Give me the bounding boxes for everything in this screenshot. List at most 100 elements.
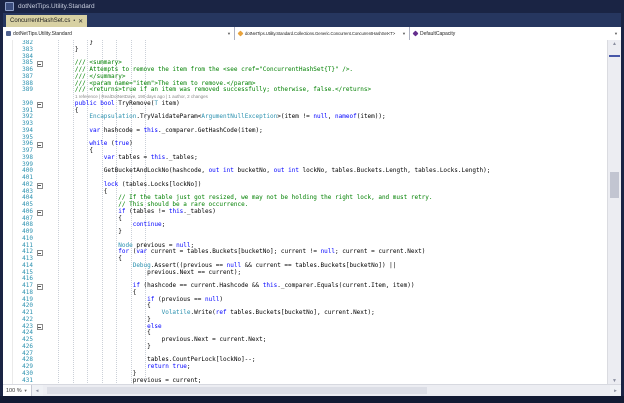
type-dropdown-value: dotNetTips.Utility.Standard.Collections.… (245, 31, 395, 36)
horizontal-scroll-thumb[interactable] (47, 387, 427, 394)
fold-margin (35, 351, 46, 358)
fold-margin (35, 290, 46, 297)
fold-margin (35, 297, 46, 304)
scroll-right-icon[interactable]: ► (610, 385, 621, 396)
title-bar: dotNetTips.Utility.Standard (0, 0, 624, 13)
csharp-project-icon (6, 31, 11, 36)
collapse-icon[interactable] (35, 141, 46, 148)
fold-margin (35, 175, 46, 182)
code-row[interactable]: 382 } (13, 40, 607, 47)
code-text: } (46, 344, 151, 351)
member-icon (412, 30, 418, 36)
chevron-down-icon: ▼ (227, 31, 231, 36)
horizontal-scroll-track[interactable] (43, 385, 610, 396)
fold-margin (35, 47, 46, 54)
code-text: /// <returns>true if an item was removed… (46, 87, 371, 94)
code-text: previous.Next == current); (46, 270, 241, 277)
fold-margin (35, 236, 46, 243)
fold-margin (35, 155, 46, 162)
fold-margin (35, 168, 46, 175)
code-row[interactable]: 426 } (13, 344, 607, 351)
window-bottom-border (0, 396, 624, 403)
window-title: dotNetTips.Utility.Standard (18, 3, 95, 10)
fold-margin (35, 162, 46, 169)
collapse-icon[interactable] (35, 283, 46, 290)
fold-margin (35, 94, 46, 101)
class-icon (237, 30, 243, 36)
tab-modified-dot-icon: • (73, 18, 75, 24)
fold-margin (35, 243, 46, 250)
member-dropdown[interactable]: DefaultCapacity ▼ (410, 27, 621, 40)
fold-margin (35, 128, 46, 135)
fold-margin (35, 81, 46, 88)
collapse-icon[interactable] (35, 249, 46, 256)
code-text: var hashcode = this._comparer.GetHashCod… (46, 128, 263, 135)
fold-margin (35, 222, 46, 229)
type-dropdown[interactable]: dotNetTips.Utility.Standard.Collections.… (235, 27, 410, 40)
fold-margin (35, 74, 46, 81)
fold-margin (35, 303, 46, 310)
fold-margin (35, 310, 46, 317)
app-icon (5, 2, 14, 11)
code-text: } (46, 229, 122, 236)
fold-margin (35, 270, 46, 277)
collapse-icon[interactable] (35, 60, 46, 67)
code-row[interactable]: 409 } (13, 229, 607, 236)
fold-margin (35, 54, 46, 61)
fold-margin (35, 344, 46, 351)
code-text: GetBucketAndLockNo(hashcode, out int buc… (46, 168, 490, 175)
project-dropdown[interactable]: dotNetTips.Utility.Standard ▼ (3, 27, 235, 40)
code-row[interactable]: 383 } (13, 47, 607, 54)
chevron-down-icon: ▼ (614, 31, 618, 36)
fold-margin (35, 276, 46, 283)
tab-concurrenthashset[interactable]: ConcurrentHashSet.cs • ✕ (6, 15, 87, 27)
breakpoint-margin[interactable] (3, 40, 13, 385)
fold-margin (35, 317, 46, 324)
fold-margin (35, 364, 46, 371)
code-row[interactable]: 398 var tables = this._tables; (13, 155, 607, 162)
collapse-icon[interactable] (35, 324, 46, 331)
fold-margin (35, 202, 46, 209)
fold-margin (35, 216, 46, 223)
code-row[interactable]: 392 Encapsulation.TryValidateParam<Argum… (13, 114, 607, 121)
code-row[interactable]: 396 while (true) (13, 141, 607, 148)
scroll-up-icon[interactable]: ▲ (608, 40, 621, 48)
code-row[interactable]: 394 var hashcode = this._comparer.GetHas… (13, 128, 607, 135)
code-lines: 382 }383 }384385 /// <summary>386 /// At… (13, 40, 607, 385)
fold-margin (35, 330, 46, 337)
horizontal-scrollbar-row: 100 % ▼ ◄ ► (3, 384, 621, 396)
tab-label: ConcurrentHashSet.cs (10, 18, 70, 24)
zoom-control[interactable]: 100 % ▼ (3, 385, 32, 396)
scroll-left-icon[interactable]: ◄ (32, 385, 43, 396)
tab-bar: ConcurrentHashSet.cs • ✕ (3, 13, 621, 27)
vertical-scroll-thumb[interactable] (610, 172, 619, 198)
fold-margin (35, 121, 46, 128)
fold-margin (35, 357, 46, 364)
fold-margin (35, 114, 46, 121)
collapse-icon[interactable] (35, 182, 46, 189)
code-row[interactable]: 415 previous.Next == current); (13, 270, 607, 277)
fold-margin (35, 189, 46, 196)
code-area[interactable]: 382 }383 }384385 /// <summary>386 /// At… (13, 40, 607, 385)
code-editor: 382 }383 }384385 /// <summary>386 /// At… (3, 40, 621, 385)
tab-close-icon[interactable]: ✕ (78, 18, 83, 25)
collapse-icon[interactable] (35, 101, 46, 108)
code-text: var tables = this._tables; (46, 155, 198, 162)
code-row[interactable]: 390 public bool TryRemove(T item) (13, 101, 607, 108)
fold-margin (35, 135, 46, 142)
fold-margin (35, 195, 46, 202)
collapse-icon[interactable] (35, 209, 46, 216)
code-text: Encapsulation.TryValidateParam<ArgumentN… (46, 114, 386, 121)
fold-margin (35, 87, 46, 94)
fold-margin (35, 67, 46, 74)
fold-margin (35, 229, 46, 236)
vertical-scrollbar[interactable]: ▲ ▼ (607, 40, 621, 385)
member-dropdown-value: DefaultCapacity (420, 31, 455, 37)
code-row[interactable]: 389 /// <returns>true if an item was rem… (13, 87, 607, 94)
fold-margin (35, 263, 46, 270)
line-number: 389 (13, 87, 35, 94)
fold-margin (35, 108, 46, 115)
zoom-level: 100 % (6, 388, 22, 394)
code-row[interactable]: 400 GetBucketAndLockNo(hashcode, out int… (13, 168, 607, 175)
fold-margin (35, 148, 46, 155)
